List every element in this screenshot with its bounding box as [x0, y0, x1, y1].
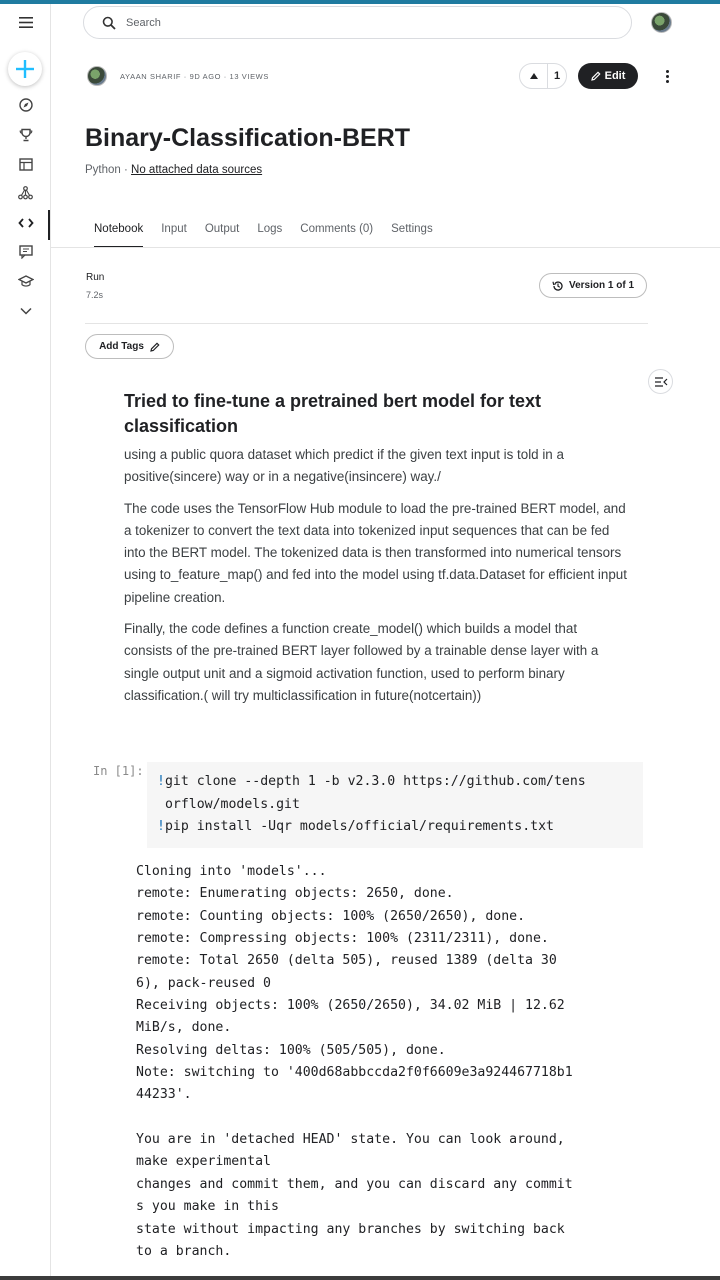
- code-icon[interactable]: [0, 209, 51, 237]
- data-sources-link[interactable]: No attached data sources: [131, 164, 262, 176]
- tab-output[interactable]: Output: [196, 223, 249, 247]
- tab-logs[interactable]: Logs: [248, 223, 291, 247]
- author-meta: AYAAN SHARIF · 9D AGO · 13 VIEWS: [120, 72, 269, 81]
- active-nav-indicator: [48, 210, 50, 240]
- run-time: 7.2s: [86, 290, 104, 300]
- search-icon: [102, 16, 116, 30]
- add-tags-button[interactable]: Add Tags: [85, 334, 174, 359]
- notebook-subtitle: Python · No attached data sources: [85, 164, 262, 176]
- section-divider: [85, 323, 648, 324]
- markdown-paragraph: The code uses the TensorFlow Hub module …: [124, 500, 627, 605]
- page-title: Binary-Classification-BERT: [85, 124, 411, 152]
- hamburger-icon[interactable]: [0, 8, 51, 36]
- output-text: Cloning into 'models'... remote: Enumera…: [136, 864, 573, 1259]
- pencil-icon: [150, 341, 160, 352]
- tab-settings[interactable]: Settings: [382, 223, 442, 247]
- bottom-bar: [0, 1276, 720, 1280]
- create-button[interactable]: [8, 52, 42, 86]
- pencil-icon: [590, 71, 601, 81]
- upvote-control[interactable]: 1: [519, 63, 567, 89]
- edit-button[interactable]: Edit: [578, 63, 638, 89]
- history-icon: [552, 280, 563, 291]
- search-input[interactable]: [126, 16, 526, 29]
- more-options-icon[interactable]: [660, 66, 674, 86]
- markdown-paragraph: Finally, the code defines a function cre…: [124, 621, 599, 703]
- markdown-heading: Tried to fine-tune a pretrained bert mod…: [124, 391, 542, 436]
- user-avatar[interactable]: [651, 12, 672, 33]
- graduation-cap-icon[interactable]: [0, 267, 51, 295]
- trophy-icon[interactable]: [0, 121, 51, 149]
- tabs-divider: [51, 247, 720, 248]
- markdown-paragraph: using a public quora dataset which predi…: [124, 447, 564, 485]
- tab-comments[interactable]: Comments (0): [291, 223, 382, 247]
- notebook-language: Python ·: [85, 164, 132, 176]
- version-label: Version 1 of 1: [568, 280, 635, 291]
- chevron-down-icon[interactable]: [0, 297, 51, 325]
- caret-up-icon: [529, 73, 538, 79]
- tab-input[interactable]: Input: [152, 223, 196, 247]
- version-button[interactable]: Version 1 of 1: [539, 273, 647, 298]
- table-of-contents-icon[interactable]: [648, 369, 673, 394]
- network-icon[interactable]: [0, 179, 51, 207]
- table-icon[interactable]: [0, 150, 51, 178]
- comment-icon[interactable]: [0, 238, 51, 266]
- upvote-button[interactable]: [520, 64, 548, 88]
- cell-prompt: In [1]:: [93, 764, 144, 778]
- search-bar[interactable]: [83, 6, 632, 39]
- top-accent-bar: [0, 0, 720, 4]
- plus-icon: [16, 60, 34, 78]
- run-label: Run: [86, 272, 105, 283]
- code-cell-input[interactable]: !git clone --depth 1 -b v2.3.0 https://g…: [147, 762, 643, 848]
- vote-count: 1: [553, 70, 561, 82]
- author-avatar[interactable]: [87, 66, 107, 86]
- notebook-tabs: Notebook Input Output Logs Comments (0) …: [85, 223, 442, 248]
- code-cell-output: Cloning into 'models'... remote: Enumera…: [136, 861, 626, 1263]
- compass-icon[interactable]: [0, 91, 51, 119]
- code-line: !git clone --depth 1 -b v2.3.0 https://g…: [157, 774, 586, 789]
- code-line: !pip install -Uqr models/official/requir…: [157, 819, 554, 834]
- tab-notebook[interactable]: Notebook: [85, 223, 152, 248]
- left-nav-rail: [0, 4, 51, 1276]
- markdown-cell: Tried to fine-tune a pretrained bert mod…: [124, 389, 629, 707]
- code-line: orflow/models.git: [164, 796, 300, 812]
- edit-button-label: Edit: [604, 70, 626, 82]
- add-tags-label: Add Tags: [99, 341, 144, 352]
